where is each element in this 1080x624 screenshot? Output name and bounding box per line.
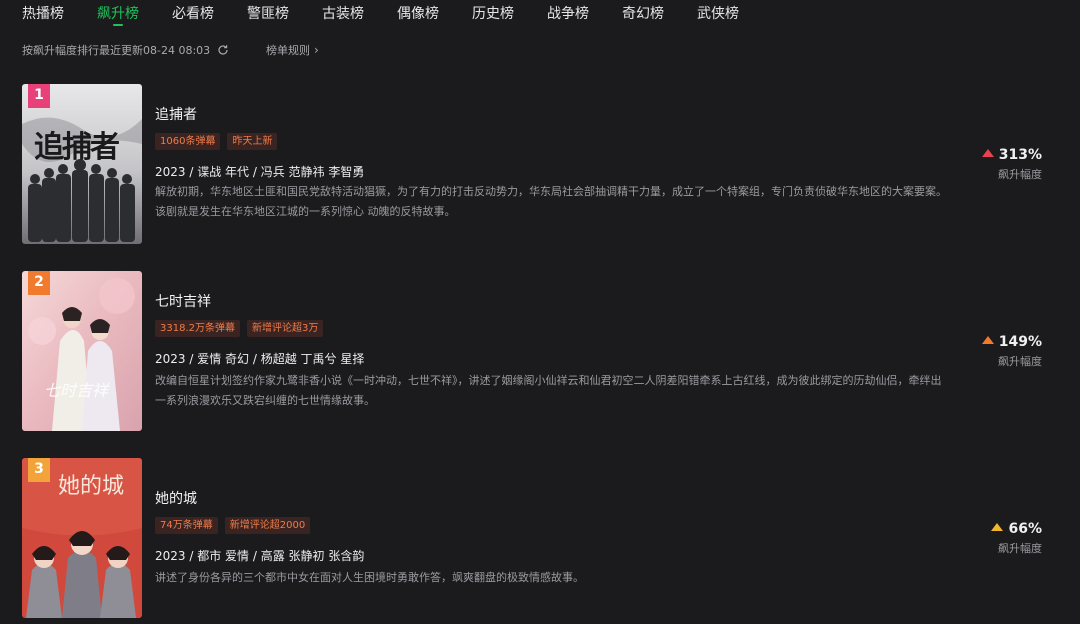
- poster-image[interactable]: 七时吉祥 2: [22, 271, 142, 431]
- refresh-icon[interactable]: [217, 44, 229, 56]
- ranking-rules-label: 榜单规则: [266, 44, 310, 57]
- tab-wuxia[interactable]: 武侠榜: [697, 3, 739, 23]
- item-meta: 2023 / 爱情 奇幻 / 杨超越 丁禹兮 星择: [155, 352, 365, 366]
- rise-indicator: 149% 飙升幅度: [962, 334, 1042, 369]
- item-title[interactable]: 七时吉祥: [155, 291, 211, 311]
- item-title[interactable]: 追捕者: [155, 104, 197, 124]
- poster-image[interactable]: 她的城 3: [22, 458, 142, 618]
- tag-badge: 新增评论超3万: [247, 320, 324, 337]
- chevron-right-icon: ›: [314, 43, 319, 57]
- poster-title-text: 七时吉祥: [44, 381, 109, 400]
- up-triangle-icon: [991, 523, 1004, 531]
- item-description: 解放初期，华东地区土匪和国民党敌特活动猖獗，为了有力的打击反动势力，华东局社会部…: [155, 185, 947, 218]
- poster-title-text: 她的城: [58, 474, 125, 499]
- rank-badge: 2: [28, 271, 50, 295]
- tab-fantasy[interactable]: 奇幻榜: [622, 3, 664, 23]
- tag-badge: 昨天上新: [227, 133, 278, 150]
- item-meta: 2023 / 都市 爱情 / 高露 张静初 张含韵: [155, 549, 365, 563]
- tag-badge: 74万条弹幕: [155, 517, 218, 534]
- tab-war[interactable]: 战争榜: [547, 3, 589, 23]
- tag-list: 3318.2万条弹幕 新增评论超3万: [155, 316, 330, 337]
- item-description: 改编自恒星计划签约作家九鹭非香小说《一时冲动，七世不祥》，讲述了姻缘阁小仙祥云和…: [155, 374, 942, 407]
- tag-badge: 1060条弹幕: [155, 133, 221, 150]
- tag-badge: 新增评论超2000: [224, 517, 311, 534]
- tag-badge: 3318.2万条弹幕: [155, 320, 240, 337]
- tab-rising[interactable]: 飙升榜: [97, 3, 139, 23]
- rank-badge: 3: [28, 458, 50, 482]
- up-triangle-icon: [981, 336, 994, 344]
- poster-title-text: 追捕者: [34, 130, 120, 165]
- rise-label: 飙升幅度: [998, 542, 1042, 555]
- rise-percent: 313%: [998, 147, 1042, 163]
- item-description: 讲述了身份各异的三个都市中女在面对人生困境时勇敢作答，飒爽翻盘的极致情感故事。: [155, 571, 584, 584]
- tab-costume[interactable]: 古装榜: [322, 3, 364, 23]
- tab-idol[interactable]: 偶像榜: [397, 3, 439, 23]
- tab-history[interactable]: 历史榜: [472, 3, 514, 23]
- poster-image[interactable]: 追捕者 1: [22, 84, 142, 244]
- update-info: 按飙升幅度排行最近更新08-24 08:03: [22, 42, 229, 58]
- ranking-tabs: 热播榜 飙升榜 必看榜 警匪榜 古装榜 偶像榜 历史榜 战争榜 奇幻榜 武侠榜: [0, 0, 1080, 30]
- active-tab-indicator: [113, 24, 123, 26]
- tag-list: 1060条弹幕 昨天上新: [155, 129, 284, 150]
- rise-percent: 149%: [998, 334, 1042, 350]
- rise-indicator: 313% 飙升幅度: [962, 147, 1042, 182]
- ranking-rules-link[interactable]: 榜单规则 ›: [266, 42, 319, 58]
- rank-badge: 1: [28, 84, 50, 108]
- tag-list: 74万条弹幕 新增评论超2000: [155, 513, 317, 534]
- list-item: 七时吉祥 2 七时吉祥 3318.2万条弹幕 新增评论超3万 2023 / 爱情 …: [0, 271, 1080, 431]
- update-text: 按飙升幅度排行最近更新08-24 08:03: [22, 44, 211, 57]
- rise-label: 飙升幅度: [998, 168, 1042, 181]
- rise-label: 飙升幅度: [998, 355, 1042, 368]
- rise-percent: 66%: [1008, 521, 1042, 537]
- list-item: 她的城 3 她的城 74万条弹幕 新增评论超2000 2023 / 都市 爱情 /…: [0, 458, 1080, 618]
- list-item: 追捕者 1 追捕者 1060条弹幕 昨天上新 2023 / 谍战 年代 / 冯兵 …: [0, 84, 1080, 244]
- tab-crime[interactable]: 警匪榜: [247, 3, 289, 23]
- rise-indicator: 66% 飙升幅度: [962, 521, 1042, 556]
- up-triangle-icon: [981, 149, 994, 157]
- item-meta: 2023 / 谍战 年代 / 冯兵 范静祎 李智勇: [155, 165, 365, 179]
- item-title[interactable]: 她的城: [155, 488, 197, 508]
- tab-must-watch[interactable]: 必看榜: [172, 3, 214, 23]
- tab-hot[interactable]: 热播榜: [22, 3, 64, 23]
